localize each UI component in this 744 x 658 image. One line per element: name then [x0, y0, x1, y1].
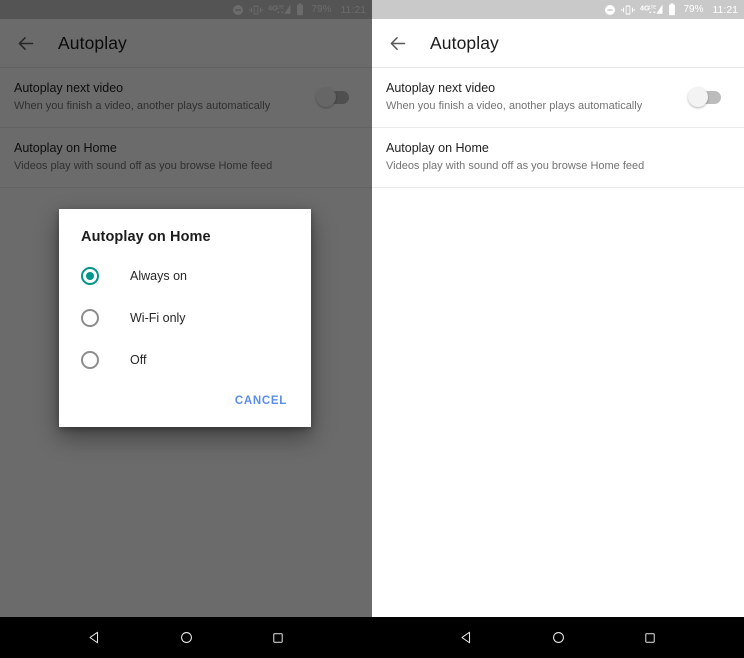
radio-label: Wi-Fi only: [130, 311, 186, 325]
recents-square-icon: [645, 632, 655, 643]
vibrate-icon: [621, 4, 636, 15]
status-bar-right: 4G LTE 79% 11:21: [372, 0, 744, 19]
radio-option-wifi-only[interactable]: Wi-Fi only: [59, 297, 311, 339]
radio-option-off[interactable]: Off: [59, 339, 311, 381]
dialog-title: Autoplay on Home: [81, 229, 211, 245]
radio-label: Always on: [130, 269, 187, 283]
autoplay-on-home-dialog: Autoplay on Home Always on Wi-Fi only Of…: [59, 209, 311, 427]
phone-panel-left: 4G LTE 79% 11:21 Autoplay: [0, 0, 372, 617]
nav-recents-button[interactable]: [630, 617, 670, 658]
radio-icon-selected: [81, 267, 99, 285]
cancel-button[interactable]: CANCEL: [227, 389, 295, 413]
nav-bar-left: [0, 617, 372, 658]
battery-percent-label: 79%: [683, 4, 704, 15]
nav-back-button[interactable]: [74, 617, 114, 658]
nav-bar-right: [372, 617, 744, 658]
phone-panel-right: 4G LTE 79% 11:21 Autoplay Autoplay next …: [372, 0, 744, 617]
android-navigation-bar: [0, 617, 744, 658]
svg-text:LTE: LTE: [649, 4, 657, 9]
setting-subtitle: Videos play with sound off as you browse…: [386, 160, 645, 172]
status-bar-clock: 11:21: [712, 3, 739, 16]
radio-icon: [81, 351, 99, 369]
setting-autoplay-next-video[interactable]: Autoplay next video When you finish a vi…: [372, 68, 744, 128]
back-triangle-icon: [460, 631, 470, 644]
arrow-left-icon: [390, 36, 405, 50]
recents-square-icon: [273, 632, 283, 643]
page-title: Autoplay: [430, 32, 499, 53]
battery-icon: [669, 3, 676, 16]
settings-list-right: Autoplay next video When you finish a vi…: [372, 68, 744, 188]
setting-title: Autoplay on Home: [386, 141, 489, 155]
home-circle-icon: [180, 632, 192, 643]
dialog-actions: CANCEL: [59, 381, 311, 427]
setting-autoplay-on-home[interactable]: Autoplay on Home Videos play with sound …: [372, 128, 744, 188]
nav-back-button[interactable]: [446, 617, 486, 658]
toggle-thumb: [688, 87, 708, 107]
radio-option-always-on[interactable]: Always on: [59, 255, 311, 297]
radio-icon: [81, 309, 99, 327]
4g-lte-signal-icon: 4G LTE: [641, 3, 663, 14]
back-triangle-icon: [88, 631, 98, 644]
nav-home-button[interactable]: [166, 617, 206, 658]
autoplay-next-video-toggle[interactable]: [688, 87, 722, 107]
radio-group: Always on Wi-Fi only Off: [59, 251, 311, 381]
setting-title: Autoplay next video: [386, 81, 496, 95]
setting-text: Autoplay next video When you finish a vi…: [386, 80, 688, 114]
screenshot-root: 4G LTE 79% 11:21 Autoplay: [0, 0, 744, 658]
back-button[interactable]: [374, 20, 420, 66]
radio-label: Off: [130, 353, 147, 367]
status-bar-icons: 4G LTE 79% 11:21: [604, 3, 738, 16]
home-circle-icon: [552, 632, 564, 643]
nav-home-button[interactable]: [538, 617, 578, 658]
setting-subtitle: When you finish a video, another plays a…: [386, 100, 643, 112]
nav-recents-button[interactable]: [258, 617, 298, 658]
do-not-disturb-icon: [605, 4, 616, 15]
app-bar-right: Autoplay: [372, 19, 744, 68]
setting-text: Autoplay on Home Videos play with sound …: [386, 140, 730, 174]
